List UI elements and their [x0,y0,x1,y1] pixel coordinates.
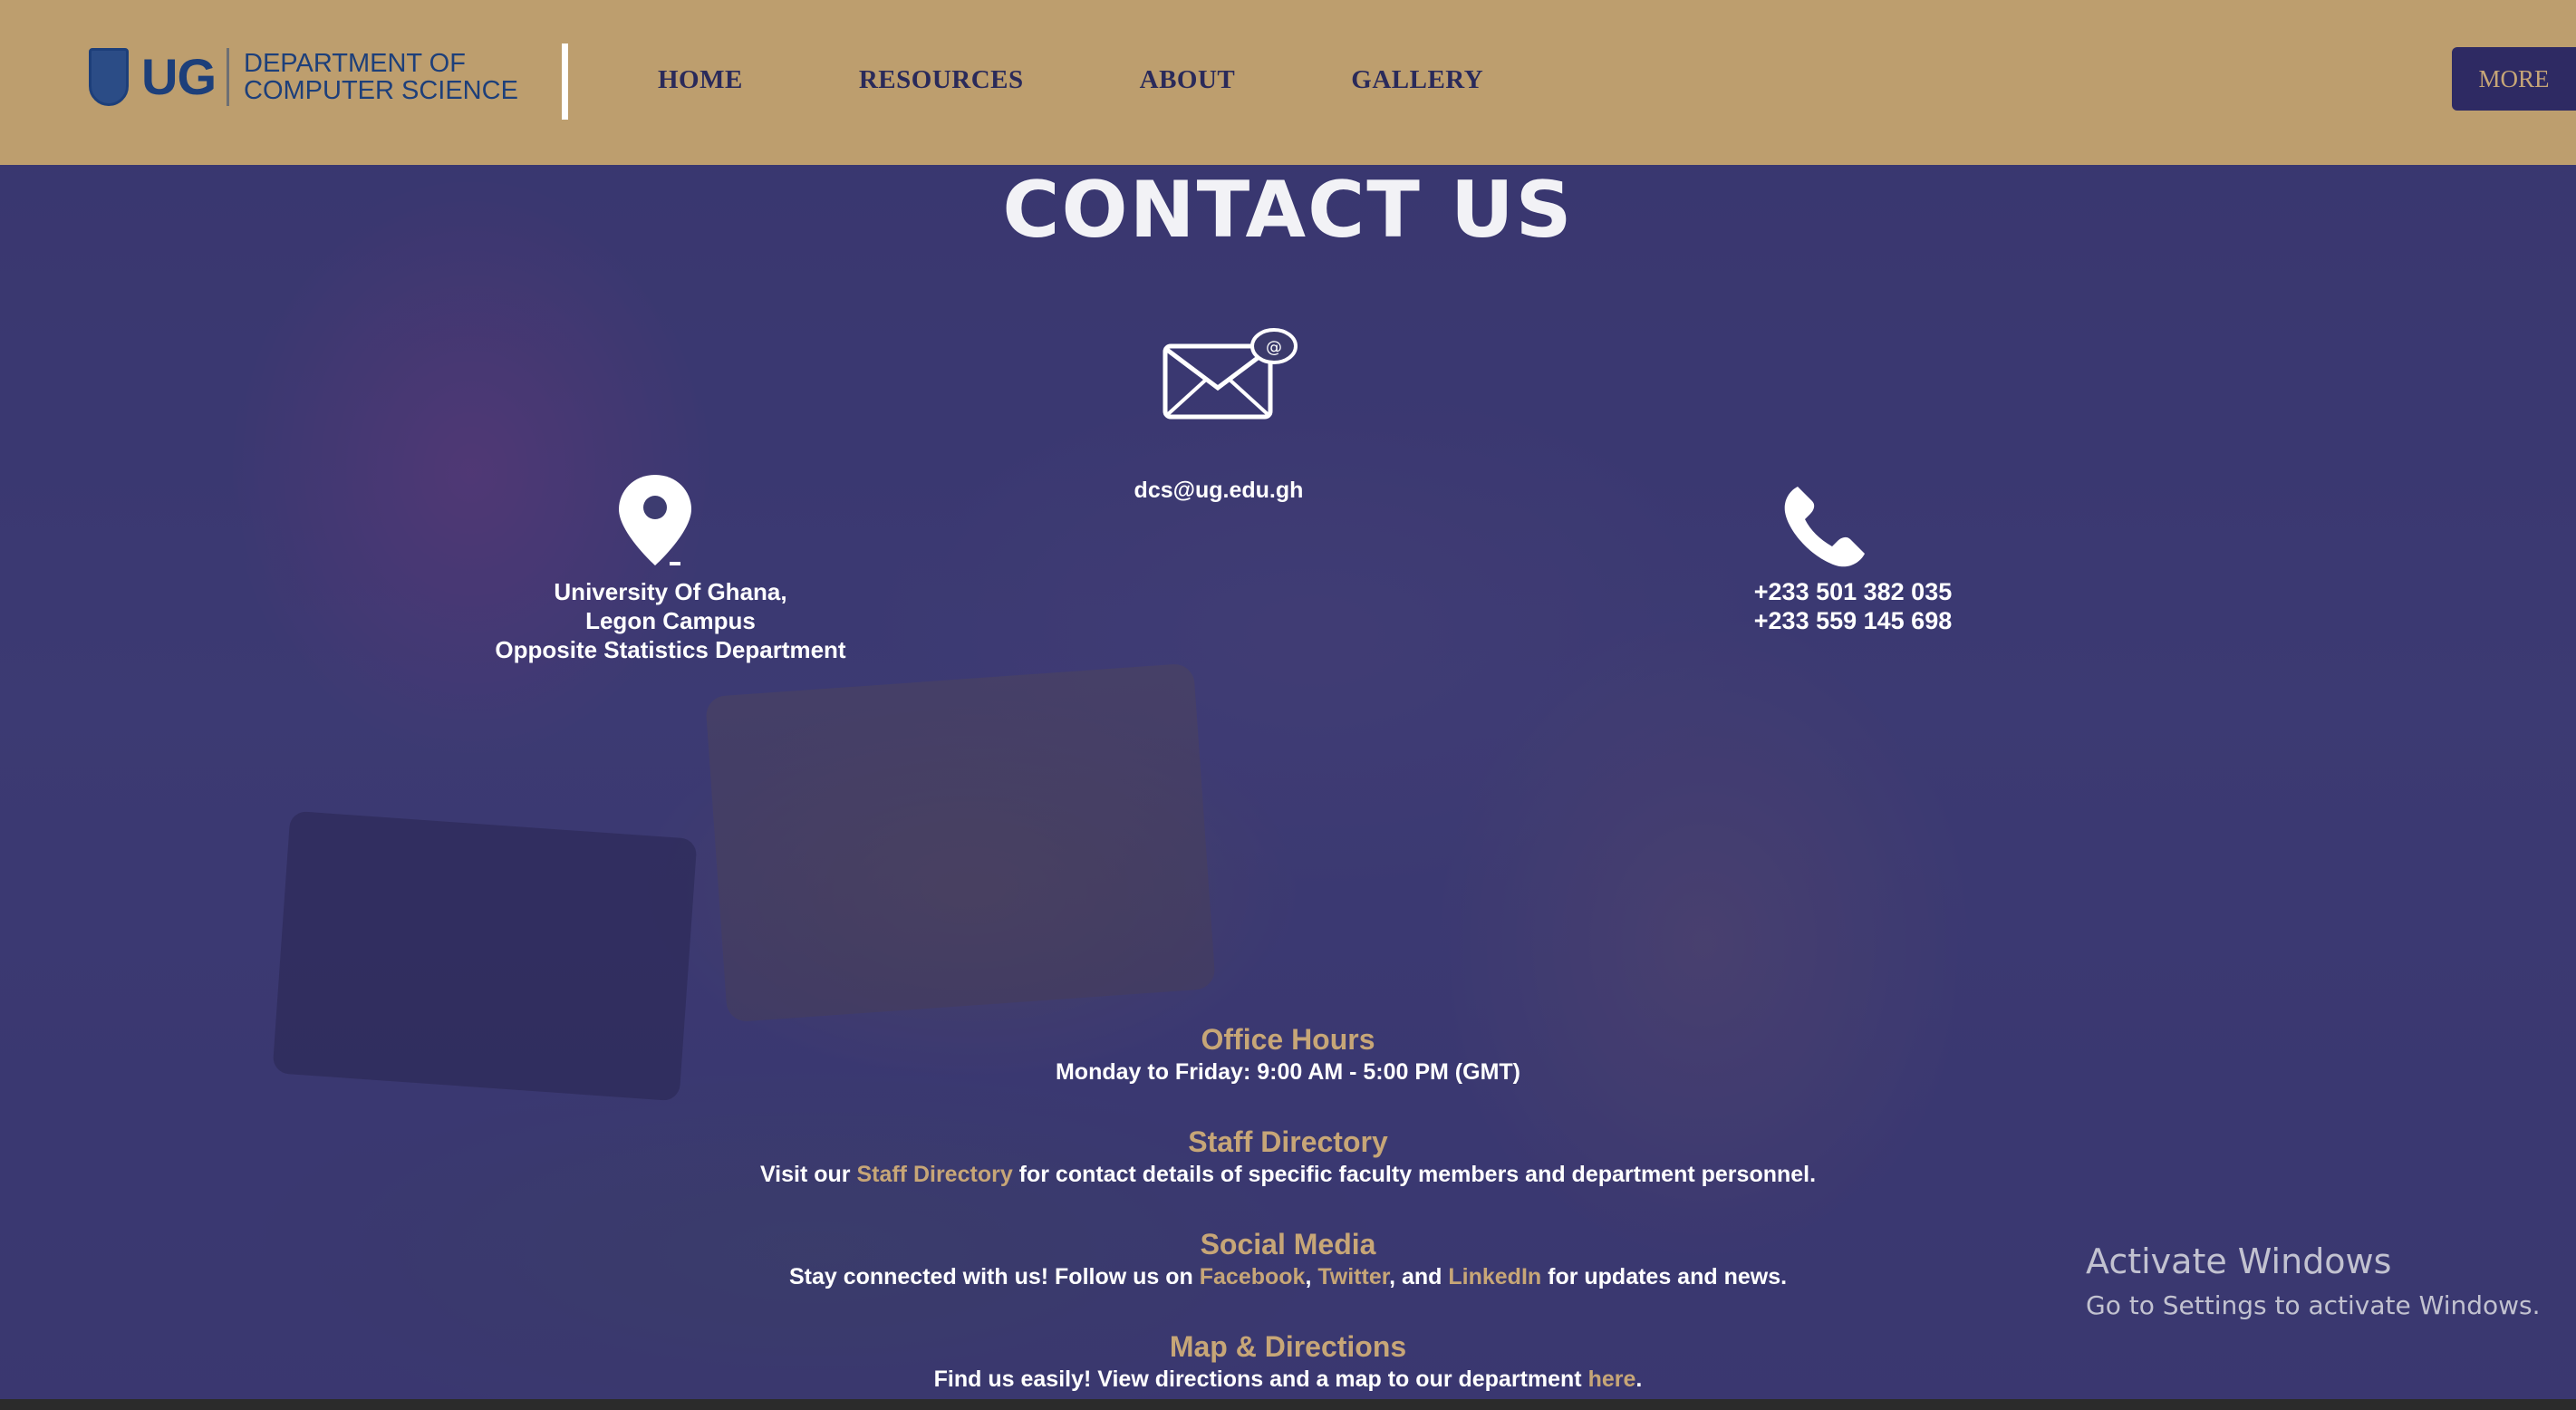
more-button[interactable]: MORE [2452,47,2576,111]
staff-directory-post: for contact details of specific faculty … [1012,1162,1817,1187]
address-line-1: University Of Ghana, [554,578,787,605]
staff-directory-pre: Visit our [759,1162,857,1187]
contact-email[interactable]: dcs@ug.edu.gh [997,478,1441,504]
office-hours-heading: Office Hours [1201,1023,1375,1056]
staff-directory-text: Visit our Staff Directory for contact de… [0,1162,2576,1188]
social-sep-1: , [1305,1264,1318,1289]
logo-ug-text: UG [141,48,217,105]
twitter-link[interactable]: Twitter [1317,1264,1389,1289]
nav-about[interactable]: ABOUT [1140,65,1236,95]
main-nav: HOME RESOURCES ABOUT GALLERY [658,65,1599,95]
nav-resources[interactable]: RESOURCES [859,65,1024,95]
page-title: CONTACT US [1002,165,1574,256]
map-pre: Find us easily! View directions and a ma… [933,1367,1588,1392]
staff-directory-link[interactable]: Staff Directory [856,1162,1012,1187]
address-line-3: Opposite Statistics Department [495,636,846,663]
map-post: . [1635,1367,1643,1392]
map-directions-text: Find us easily! View directions and a ma… [0,1367,2576,1393]
phone-icon [1781,483,1868,575]
department-logo[interactable]: UG DEPARTMENT OF COMPUTER SCIENCE [89,47,518,106]
nav-gallery[interactable]: GALLERY [1351,65,1483,95]
contact-phones: +233 501 382 035 +233 559 145 698 [1667,577,2039,635]
ug-crest-icon [89,47,129,106]
logo-line-2: COMPUTER SCIENCE [244,75,518,105]
bottom-edge-bar [0,1399,2576,1410]
linkedin-link[interactable]: LinkedIn [1448,1264,1541,1289]
site-header: UG DEPARTMENT OF COMPUTER SCIENCE HOME R… [0,0,2576,165]
phone-number-2[interactable]: +233 559 145 698 [1667,606,2039,635]
logo-divider [227,47,229,106]
email-icon: @ [1162,326,1299,427]
svg-text:@: @ [1266,338,1282,357]
social-post: for updates and news. [1541,1264,1788,1289]
facebook-link[interactable]: Facebook [1200,1264,1306,1289]
staff-directory-section: Staff Directory Visit our Staff Director… [0,1125,2576,1188]
map-here-link[interactable]: here [1588,1367,1636,1392]
office-hours-text: Monday to Friday: 9:00 AM - 5:00 PM (GMT… [1055,1059,1520,1085]
contact-address: University Of Ghana, Legon Campus Opposi… [435,577,906,664]
nav-home[interactable]: HOME [658,65,743,95]
logo-department-text: DEPARTMENT OF COMPUTER SCIENCE [244,50,518,104]
logo-line-1: DEPARTMENT OF [244,48,466,78]
location-pin-icon [617,471,717,575]
header-separator [562,43,568,120]
watermark-subtitle: Go to Settings to activate Windows. [2086,1290,2541,1320]
map-directions-heading: Map & Directions [1169,1330,1407,1363]
office-hours-section: Office Hours Monday to Friday: 9:00 AM -… [0,1023,2576,1086]
social-pre: Stay connected with us! Follow us on [788,1264,1200,1289]
watermark-title: Activate Windows [2086,1241,2392,1281]
social-sep-2: , and [1389,1264,1449,1289]
staff-directory-heading: Staff Directory [1188,1125,1388,1158]
map-directions-section: Map & Directions Find us easily! View di… [0,1330,2576,1393]
address-line-2: Legon Campus [585,607,756,634]
activate-windows-watermark: Activate Windows Go to Settings to activ… [2086,1241,2541,1320]
phone-number-1[interactable]: +233 501 382 035 [1667,577,2039,606]
